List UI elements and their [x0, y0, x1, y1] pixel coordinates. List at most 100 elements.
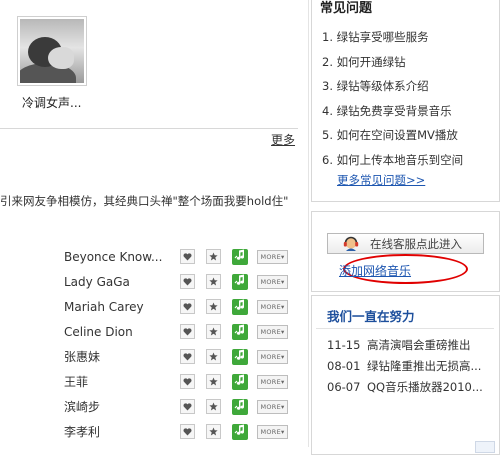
artist-name[interactable]: 张惠妹 — [64, 348, 180, 365]
news-item[interactable]: 08-01 绿钻隆重推出无损高... — [327, 358, 483, 379]
music-note-icon — [234, 374, 246, 389]
artist-name[interactable]: Celine Dion — [64, 325, 180, 339]
scroll-corner-tab[interactable] — [475, 441, 495, 453]
artist-more-button[interactable]: MORE▾ — [257, 249, 288, 264]
play-music-button[interactable] — [232, 273, 248, 290]
section-divider — [0, 128, 298, 129]
star-button[interactable] — [206, 324, 221, 339]
star-icon — [209, 402, 218, 411]
faq-item[interactable]: 3. 绿钻等级体系介绍 — [322, 78, 463, 103]
artist-row: 李孝利 MORE▾ — [64, 419, 294, 444]
heart-icon — [183, 277, 192, 286]
news-divider — [316, 328, 494, 329]
music-note-icon — [234, 299, 246, 314]
favorite-heart-button[interactable] — [180, 399, 195, 414]
artist-row: 王菲 MORE▾ — [64, 369, 294, 394]
customer-service-icon — [342, 235, 360, 253]
artist-more-button[interactable]: MORE▾ — [257, 349, 288, 364]
star-button[interactable] — [206, 249, 221, 264]
news-date: 06-07 — [327, 380, 361, 394]
news-text: 高清演唱会重磅推出 — [367, 338, 471, 352]
play-music-button[interactable] — [232, 248, 248, 265]
artist-name[interactable]: 李孝利 — [64, 423, 180, 440]
artist-more-button[interactable]: MORE▾ — [257, 324, 288, 339]
news-item[interactable]: 06-07 QQ音乐播放器2010... — [327, 379, 483, 400]
news-date: 08-01 — [327, 359, 361, 373]
news-item[interactable]: 11-15 高清演唱会重磅推出 — [327, 337, 483, 358]
news-text: QQ音乐播放器2010... — [367, 380, 483, 394]
star-button[interactable] — [206, 399, 221, 414]
add-network-music-link[interactable]: 添加网络音乐 — [339, 262, 411, 279]
artist-row: 滨崎步 MORE▾ — [64, 394, 294, 419]
music-note-icon — [234, 274, 246, 289]
artist-name[interactable]: Lady GaGa — [64, 275, 180, 289]
heart-icon — [183, 252, 192, 261]
artist-row: 张惠妹 MORE▾ — [64, 344, 294, 369]
music-note-icon — [234, 324, 246, 339]
more-link[interactable]: 更多 — [271, 131, 295, 148]
artist-name[interactable]: Mariah Carey — [64, 300, 180, 314]
favorite-heart-button[interactable] — [180, 324, 195, 339]
star-icon — [209, 302, 218, 311]
artist-more-button[interactable]: MORE▾ — [257, 274, 288, 289]
play-music-button[interactable] — [232, 423, 248, 440]
artist-name[interactable]: 滨崎步 — [64, 398, 180, 415]
column-divider — [308, 0, 309, 447]
artist-more-button[interactable]: MORE▾ — [257, 299, 288, 314]
news-list: 11-15 高清演唱会重磅推出 08-01 绿钻隆重推出无损高... 06-07 QQ… — [327, 337, 483, 400]
faq-item[interactable]: 1. 绿钻享受哪些服务 — [322, 29, 463, 54]
star-button[interactable] — [206, 274, 221, 289]
online-service-label: 在线客服点此进入 — [370, 236, 462, 251]
artist-row: Lady GaGa MORE▾ — [64, 269, 294, 294]
play-music-button[interactable] — [232, 298, 248, 315]
heart-icon — [183, 302, 192, 311]
favorite-heart-button[interactable] — [180, 274, 195, 289]
online-service-button[interactable]: 在线客服点此进入 — [327, 233, 484, 254]
play-music-button[interactable] — [232, 373, 248, 390]
star-button[interactable] — [206, 349, 221, 364]
star-icon — [209, 377, 218, 386]
album-cover[interactable] — [17, 16, 87, 86]
artist-name[interactable]: 王菲 — [64, 373, 180, 390]
faq-item[interactable]: 5. 如何在空间设置MV播放 — [322, 127, 463, 152]
heart-icon — [183, 402, 192, 411]
music-note-icon — [234, 399, 246, 414]
artist-row: Beyonce Know... MORE▾ — [64, 244, 294, 269]
play-music-button[interactable] — [232, 398, 248, 415]
heart-icon — [183, 377, 192, 386]
heart-icon — [183, 352, 192, 361]
favorite-heart-button[interactable] — [180, 374, 195, 389]
heart-icon — [183, 327, 192, 336]
artist-list: Beyonce Know... MORE▾ Lady GaGa MORE▾ Mariah… — [64, 244, 294, 444]
favorite-heart-button[interactable] — [180, 249, 195, 264]
music-note-icon — [234, 349, 246, 364]
faq-list: 1. 绿钻享受哪些服务 2. 如何开通绿钻 3. 绿钻等级体系介绍 4. 绿钻免… — [322, 29, 463, 176]
artist-more-button[interactable]: MORE▾ — [257, 399, 288, 414]
favorite-heart-button[interactable] — [180, 299, 195, 314]
play-music-button[interactable] — [232, 348, 248, 365]
artist-more-button[interactable]: MORE▾ — [257, 424, 288, 439]
star-button[interactable] — [206, 299, 221, 314]
star-button[interactable] — [206, 374, 221, 389]
artist-name[interactable]: Beyonce Know... — [64, 250, 180, 264]
star-icon — [209, 352, 218, 361]
news-text: 绿钻隆重推出无损高... — [367, 359, 482, 373]
artist-row: Mariah Carey MORE▾ — [64, 294, 294, 319]
heart-icon — [183, 427, 192, 436]
play-music-button[interactable] — [232, 323, 248, 340]
favorite-heart-button[interactable] — [180, 349, 195, 364]
artist-more-button[interactable]: MORE▾ — [257, 374, 288, 389]
album-cover-image — [20, 19, 84, 83]
news-title: 我们一直在努力 — [327, 309, 415, 324]
faq-item[interactable]: 2. 如何开通绿钻 — [322, 54, 463, 79]
album-title[interactable]: 冷调女声... — [22, 94, 81, 111]
faq-more-link[interactable]: 更多常见问题>> — [337, 172, 425, 188]
faq-title: 常见问题 — [320, 1, 373, 16]
star-icon — [209, 277, 218, 286]
music-note-icon — [234, 249, 246, 264]
news-date: 11-15 — [327, 338, 361, 352]
faq-item[interactable]: 4. 绿钻免费享受背景音乐 — [322, 103, 463, 128]
artist-row: Celine Dion MORE▾ — [64, 319, 294, 344]
star-button[interactable] — [206, 424, 221, 439]
favorite-heart-button[interactable] — [180, 424, 195, 439]
